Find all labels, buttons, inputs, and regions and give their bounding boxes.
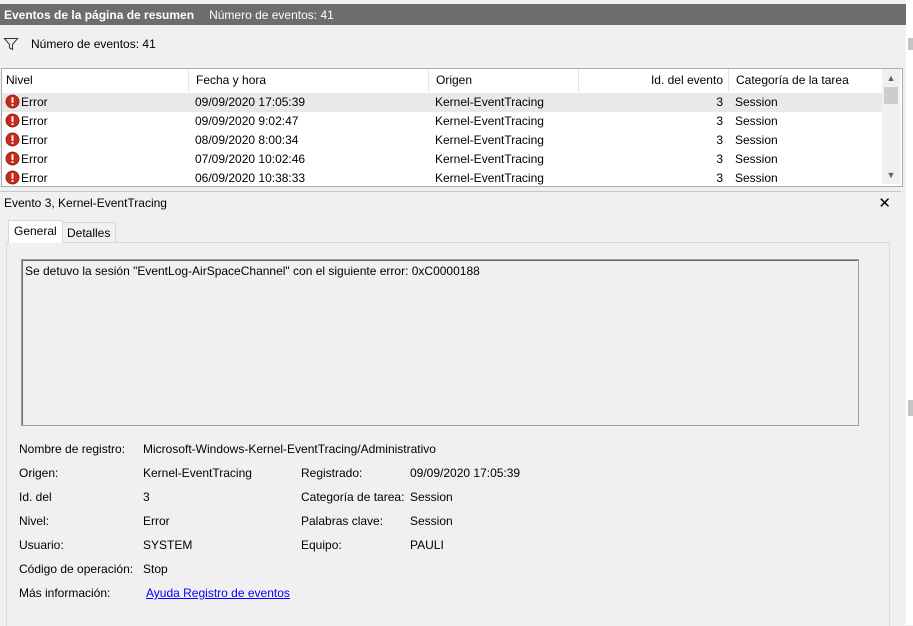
source-value: Kernel-EventTracing [143, 466, 252, 480]
more-info-label: Más información: [19, 586, 111, 600]
source-label: Origen: [19, 466, 59, 480]
task-category-value: Session [410, 490, 453, 504]
row-level: Error [21, 171, 48, 185]
summary-title: Eventos de la página de resumen [4, 7, 195, 22]
row-source: Kernel-EventTracing [435, 152, 544, 166]
column-header-event-id[interactable]: Id. del evento [579, 69, 729, 92]
error-icon [5, 113, 20, 128]
logged-value: 09/09/2020 17:05:39 [410, 466, 521, 480]
summary-event-count: Número de eventos: 41 [209, 7, 334, 22]
row-event-id: 3 [716, 152, 723, 166]
opcode-label: Código de operación: [19, 562, 134, 576]
row-event-id: 3 [716, 171, 723, 185]
computer-value: PAULI [410, 538, 444, 552]
keywords-value: Session [410, 514, 453, 528]
event-detail-title: Evento 3, Kernel-EventTracing [4, 196, 167, 210]
parent-scroll-mark [908, 400, 913, 416]
logged-label: Registrado: [301, 466, 363, 480]
tab-details[interactable]: Detalles [61, 222, 117, 243]
row-source: Kernel-EventTracing [435, 133, 544, 147]
row-source: Kernel-EventTracing [435, 171, 544, 185]
row-level: Error [21, 114, 48, 128]
error-icon [5, 151, 20, 166]
log-name-value: Microsoft-Windows-Kernel-EventTracing/Ad… [143, 442, 436, 456]
table-row[interactable]: Error 08/09/2020 8:00:34 Kernel-EventTra… [2, 131, 882, 150]
column-header-level[interactable]: Nivel [2, 69, 189, 92]
keywords-label: Palabras clave: [301, 514, 384, 528]
table-row[interactable]: Error 06/09/2020 10:38:33 Kernel-EventTr… [2, 169, 882, 186]
opcode-value: Stop [143, 562, 168, 576]
row-datetime: 09/09/2020 17:05:39 [195, 95, 306, 109]
row-category: Session [735, 133, 778, 147]
event-log-help-link[interactable]: Ayuda Registro de eventos [146, 586, 290, 600]
error-icon [5, 170, 20, 185]
filter-icon[interactable] [3, 36, 19, 52]
filter-count-label: Número de eventos: 41 [31, 37, 156, 51]
scroll-thumb[interactable] [884, 87, 898, 104]
log-name-label: Nombre de registro: [19, 442, 126, 456]
table-row[interactable]: Error 09/09/2020 17:05:39 Kernel-EventTr… [2, 93, 882, 112]
computer-label: Equipo: [301, 538, 342, 552]
row-category: Session [735, 171, 778, 185]
row-category: Session [735, 95, 778, 109]
row-datetime: 07/09/2020 10:02:46 [195, 152, 306, 166]
row-datetime: 09/09/2020 9:02:47 [195, 114, 299, 128]
row-event-id: 3 [716, 114, 723, 128]
user-label: Usuario: [19, 538, 64, 552]
scroll-up-icon[interactable]: ▲ [882, 70, 900, 86]
level-label: Nivel: [19, 514, 50, 528]
event-id-label: Id. del [19, 490, 52, 504]
column-header-source[interactable]: Origen [429, 69, 579, 92]
row-level: Error [21, 95, 48, 109]
table-scrollbar[interactable]: ▲ ▼ [882, 69, 900, 184]
scroll-down-icon[interactable]: ▼ [882, 167, 900, 183]
row-event-id: 3 [716, 95, 723, 109]
row-category: Session [735, 114, 778, 128]
level-value: Error [143, 514, 170, 528]
event-message-box[interactable]: Se detuvo la sesión "EventLog-AirSpaceCh… [21, 259, 859, 426]
close-icon[interactable]: ✕ [878, 194, 891, 212]
table-row[interactable]: Error 07/09/2020 10:02:46 Kernel-EventTr… [2, 150, 882, 169]
event-id-value: 3 [143, 490, 150, 504]
column-header-datetime[interactable]: Fecha y hora [189, 69, 429, 92]
row-level: Error [21, 152, 48, 166]
row-source: Kernel-EventTracing [435, 95, 544, 109]
row-source: Kernel-EventTracing [435, 114, 544, 128]
user-value: SYSTEM [143, 538, 193, 552]
error-icon [5, 94, 20, 109]
window-edge [906, 0, 913, 625]
error-icon [5, 132, 20, 147]
row-datetime: 08/09/2020 8:00:34 [195, 133, 299, 147]
task-category-label: Categoría de tarea: [301, 490, 405, 504]
event-detail-header: Evento 3, Kernel-EventTracing ✕ [0, 191, 901, 214]
table-header: Nivel Fecha y hora Origen Id. del evento… [2, 69, 882, 92]
tab-general[interactable]: General [8, 220, 63, 243]
table-row[interactable]: Error 09/09/2020 9:02:47 Kernel-EventTra… [2, 112, 882, 131]
column-header-task-category[interactable]: Categoría de la tarea [729, 69, 882, 92]
event-message: Se detuvo la sesión "EventLog-AirSpaceCh… [25, 264, 480, 278]
parent-scroll-mark [908, 38, 913, 50]
row-category: Session [735, 152, 778, 166]
summary-title-bar: Eventos de la página de resumen Número d… [0, 4, 906, 25]
filter-row: Número de eventos: 41 [0, 33, 906, 55]
row-datetime: 06/09/2020 10:38:33 [195, 171, 306, 185]
events-table[interactable]: Nivel Fecha y hora Origen Id. del evento… [1, 68, 903, 187]
row-event-id: 3 [716, 133, 723, 147]
row-level: Error [21, 133, 48, 147]
